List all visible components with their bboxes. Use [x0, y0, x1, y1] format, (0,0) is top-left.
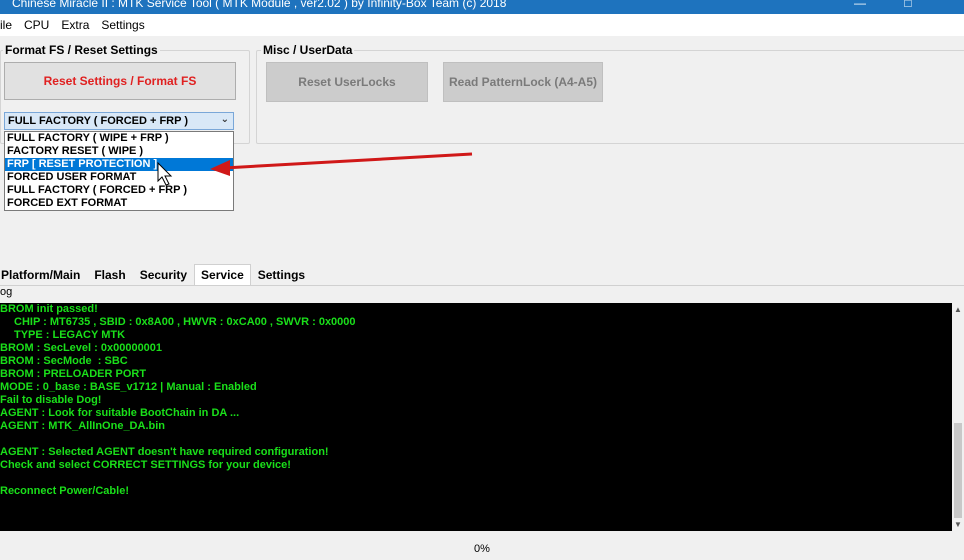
format-fs-group-title: Format FS / Reset Settings	[3, 43, 160, 57]
status-bar: 0%	[0, 540, 964, 560]
dropdown-option[interactable]: FULL FACTORY ( WIPE + FRP )	[5, 132, 233, 145]
log-label: og	[0, 286, 13, 298]
log-line: AGENT : Look for suitable BootChain in D…	[0, 407, 240, 419]
dropdown-option[interactable]: FORCED EXT FORMAT	[5, 197, 233, 210]
chevron-down-icon: ⌄	[220, 114, 229, 125]
menu-settings[interactable]: Settings	[95, 18, 150, 32]
format-mode-dropdown: FULL FACTORY ( WIPE + FRP ) FACTORY RESE…	[4, 131, 234, 211]
log-line: Reconnect Power/Cable!	[0, 485, 129, 497]
tab-divider	[0, 285, 964, 286]
log-scrollbar[interactable]: ▲ ▼	[952, 303, 964, 531]
log-console[interactable]: BROM init passed! CHIP : MT6735 , SBID :…	[0, 303, 952, 531]
tab-security[interactable]: Security	[133, 264, 194, 286]
tab-flash[interactable]: Flash	[87, 264, 132, 286]
log-line: BROM : PRELOADER PORT	[0, 368, 147, 380]
window-title: Chinese Miracle II : MTK Service Tool ( …	[12, 0, 507, 10]
log-line: MODE : 0_base : BASE_v1712 | Manual : En…	[0, 381, 257, 393]
scroll-up-icon[interactable]: ▲	[954, 305, 962, 314]
title-bar: Chinese Miracle II : MTK Service Tool ( …	[0, 0, 964, 14]
menu-cpu[interactable]: CPU	[18, 18, 55, 32]
restore-icon[interactable]: □	[898, 0, 918, 10]
log-line: BROM : SecLevel : 0x00000001	[0, 342, 163, 354]
tab-platform-main[interactable]: Platform/Main	[0, 264, 87, 286]
log-line: BROM : SecMode : SBC	[0, 355, 128, 367]
log-line: Check and select CORRECT SETTINGS for yo…	[0, 459, 291, 471]
log-line: Fail to disable Dog!	[0, 394, 102, 406]
log-line: AGENT : Selected AGENT doesn't have requ…	[0, 446, 329, 458]
read-patternlock-button[interactable]: Read PatternLock (A4-A5)	[443, 62, 603, 102]
tab-settings[interactable]: Settings	[251, 264, 312, 286]
progress-percent: 0%	[474, 543, 490, 555]
menu-extra[interactable]: Extra	[55, 18, 95, 32]
misc-userdata-group-title: Misc / UserData	[261, 43, 355, 57]
log-line: BROM init passed!	[0, 303, 98, 315]
minimize-icon[interactable]: —	[850, 0, 870, 10]
dropdown-option[interactable]: FACTORY RESET ( WIPE )	[5, 145, 233, 158]
menu-bar: ile CPU Extra Settings	[0, 14, 964, 36]
log-line: TYPE : LEGACY MTK	[14, 329, 126, 341]
format-mode-value: FULL FACTORY ( FORCED + FRP )	[8, 115, 188, 127]
reset-userlocks-button[interactable]: Reset UserLocks	[266, 62, 428, 102]
scroll-down-icon[interactable]: ▼	[954, 520, 962, 529]
log-line: CHIP : MT6735 , SBID : 0x8A00 , HWVR : 0…	[14, 316, 356, 328]
format-mode-select[interactable]: FULL FACTORY ( FORCED + FRP ) ⌄	[4, 112, 234, 130]
dropdown-option-selected[interactable]: FRP [ RESET PROTECTION ]	[5, 158, 233, 171]
tab-service[interactable]: Service	[194, 264, 251, 286]
menu-file[interactable]: ile	[0, 18, 18, 32]
dropdown-option[interactable]: FULL FACTORY ( FORCED + FRP )	[5, 184, 233, 197]
red-arrow-icon	[210, 152, 473, 176]
scrollbar-thumb[interactable]	[954, 423, 962, 518]
reset-settings-button[interactable]: Reset Settings / Format FS	[4, 62, 236, 100]
dropdown-option[interactable]: FORCED USER FORMAT	[5, 171, 233, 184]
log-line: AGENT : MTK_AllInOne_DA.bin	[0, 420, 165, 432]
main-tabs: Platform/Main Flash Security Service Set…	[0, 264, 312, 286]
